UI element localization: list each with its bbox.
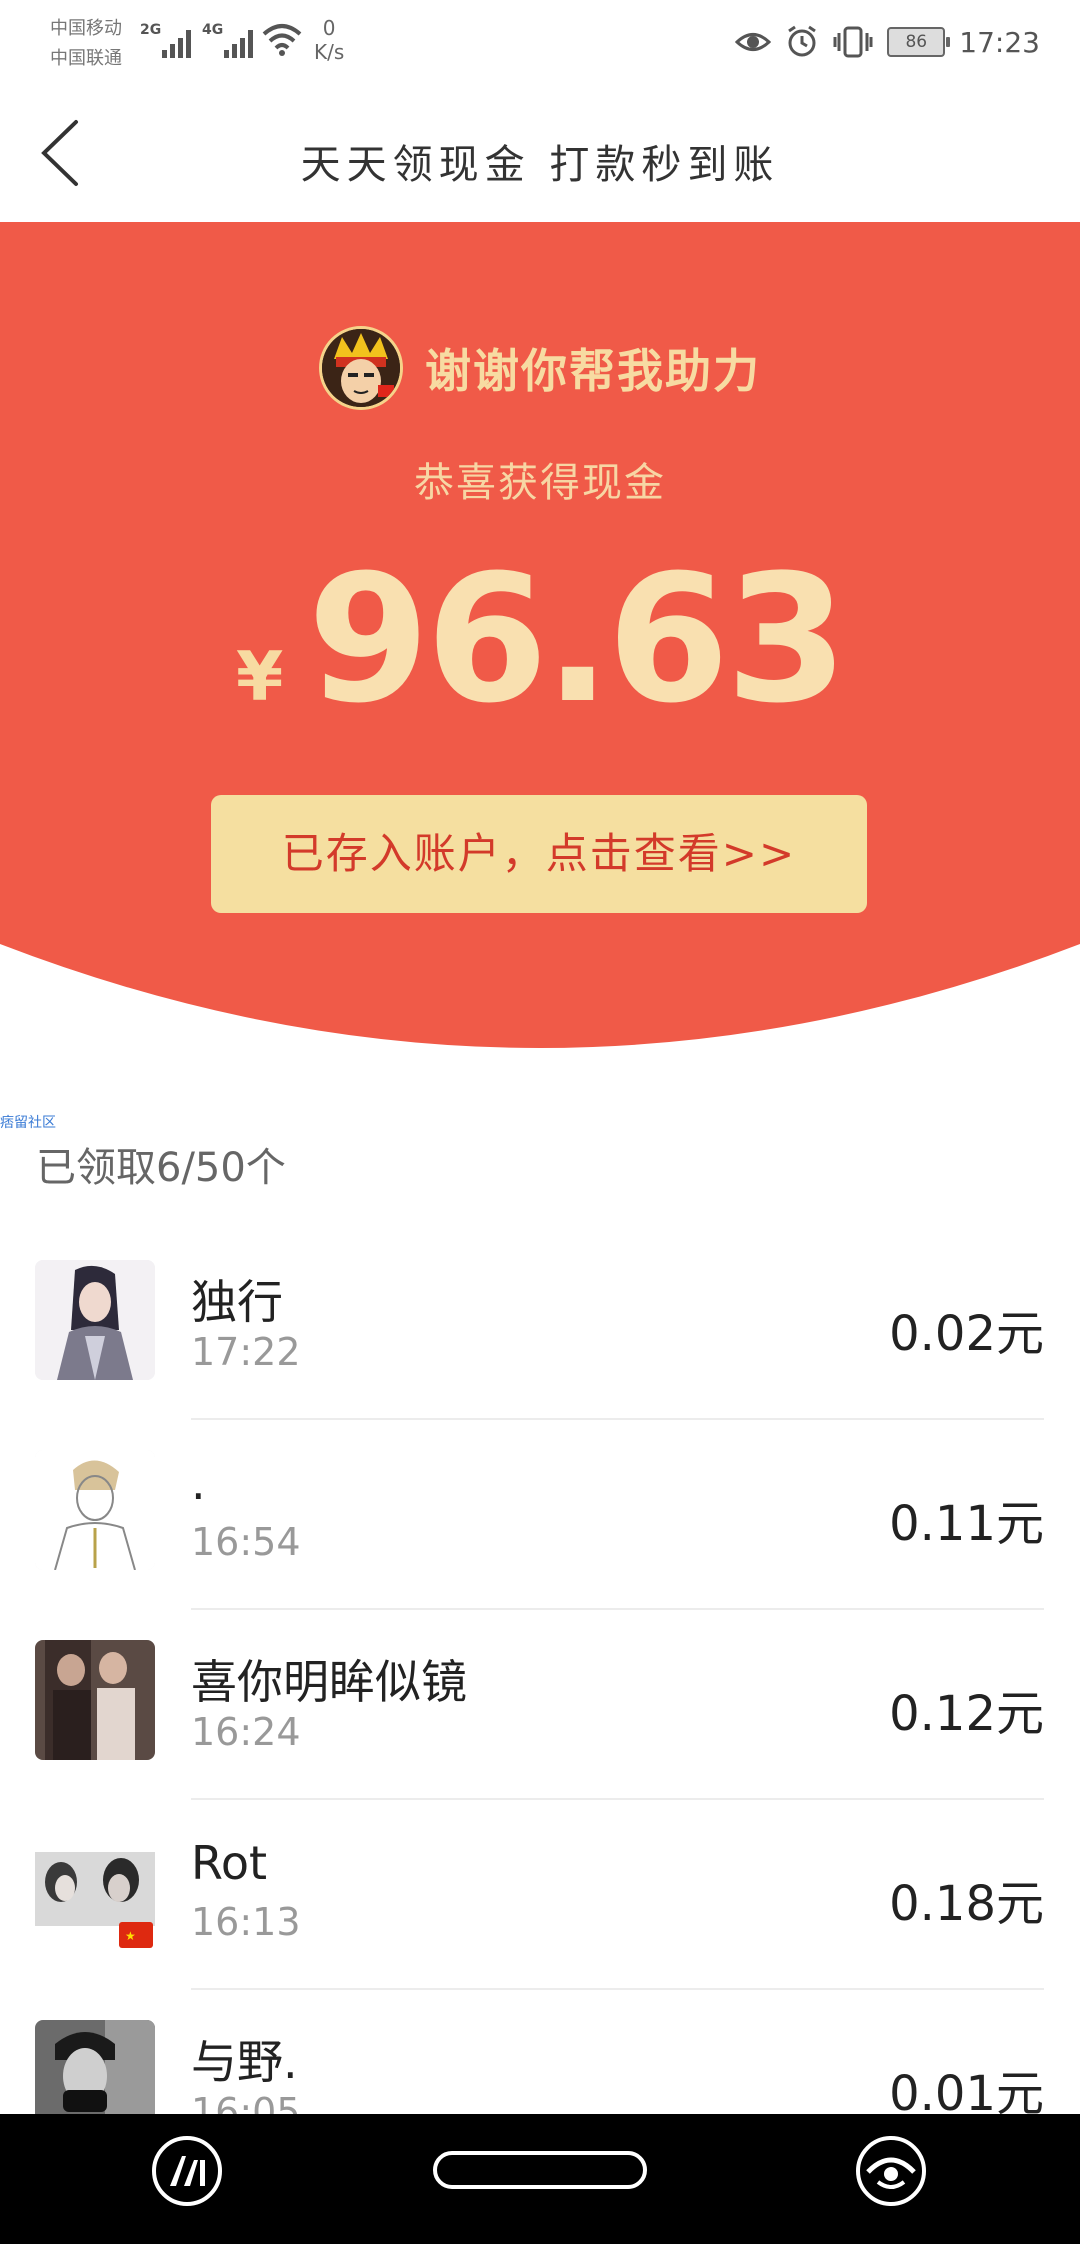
claimer-name: 独行 <box>191 1275 283 1329</box>
avatar <box>35 1450 155 1570</box>
home-pill-icon[interactable] <box>432 2150 648 2190</box>
signal-icon <box>224 24 253 58</box>
alarm-icon <box>788 25 817 57</box>
inviter-row: 谢谢你帮我助力 <box>0 326 1080 410</box>
claim-time: 17:22 <box>191 1330 301 1374</box>
app-logo-icon[interactable] <box>150 2134 224 2208</box>
avatar <box>35 1260 155 1380</box>
claim-time: 16:24 <box>191 1710 301 1754</box>
claimed-count: 已领取6/50个 <box>36 1145 286 1191</box>
list-item[interactable]: . 16:54 0.11元 <box>0 1420 1080 1610</box>
list-item[interactable]: 独行 17:22 0.02元 <box>0 1230 1080 1420</box>
claimer-name: Rot <box>191 1836 268 1890</box>
inviter-avatar[interactable] <box>319 326 403 410</box>
app-screen: 中国移动 中国联通 2G 4G 0 K/s 86 17:23 天天领现金 打款秒… <box>0 0 1080 2244</box>
watermark-text: 痞留社区 <box>0 1115 56 1131</box>
claimer-name: 喜你明眸似镜 <box>191 1655 467 1709</box>
avatar <box>35 1640 155 1760</box>
claimer-name: . <box>191 1456 206 1510</box>
status-time: 17:23 <box>959 25 1040 59</box>
claims-list: 独行 17:22 0.02元 . 16:54 0.11元 喜你明眸似镜 16:2… <box>0 1230 1080 2180</box>
cash-hero-section: 谢谢你帮我助力 恭喜获得现金 ¥ 96.63 已存入账户，点击查看>> <box>0 222 1080 1062</box>
wifi-icon <box>262 24 302 56</box>
status-bar: 中国移动 中国联通 2G 4G 0 K/s 86 17:23 <box>0 0 1080 80</box>
network-type-2: 4G <box>202 22 224 38</box>
cash-amount: 96.63 <box>307 537 848 742</box>
cash-amount-row: ¥ 96.63 <box>0 552 1080 728</box>
congrats-text: 恭喜获得现金 <box>414 460 666 506</box>
currency-symbol: ¥ <box>235 638 284 717</box>
network-speed: 0 K/s <box>314 16 344 64</box>
avatar: ★ <box>35 1830 155 1950</box>
page-title: 天天领现金 打款秒到账 <box>300 142 780 188</box>
list-item[interactable]: ★ Rot 16:13 0.18元 <box>0 1800 1080 1990</box>
claim-amount: 0.02元 <box>889 1306 1044 1362</box>
claim-amount: 0.11元 <box>889 1496 1044 1552</box>
eye-assist-icon[interactable] <box>854 2134 928 2208</box>
carrier-label-1: 中国移动 <box>50 18 122 39</box>
signal-icon <box>162 24 191 58</box>
system-navigation-bar <box>0 2114 1080 2244</box>
status-right-group: 86 17:23 <box>735 22 1040 62</box>
claim-amount: 0.12元 <box>889 1686 1044 1742</box>
battery-icon: 86 <box>887 27 951 57</box>
claimer-name: 与野. <box>191 2035 298 2089</box>
vibrate-icon <box>833 26 873 58</box>
carrier-label-2: 中国联通 <box>50 48 122 69</box>
list-item[interactable]: 喜你明眸似镜 16:24 0.12元 <box>0 1610 1080 1800</box>
speed-unit: K/s <box>314 40 345 64</box>
claim-time: 16:54 <box>191 1520 301 1564</box>
speed-value: 0 <box>322 16 336 40</box>
eye-icon <box>735 33 772 51</box>
claim-amount: 0.18元 <box>889 1876 1044 1932</box>
claim-time: 16:13 <box>191 1900 301 1944</box>
inviter-message: 谢谢你帮我助力 <box>425 344 761 398</box>
svg-text:★: ★ <box>125 1929 136 1943</box>
view-account-button[interactable]: 已存入账户，点击查看>> <box>211 795 867 913</box>
page-header: 天天领现金 打款秒到账 <box>0 80 1080 222</box>
network-type-1: 2G <box>140 22 162 38</box>
